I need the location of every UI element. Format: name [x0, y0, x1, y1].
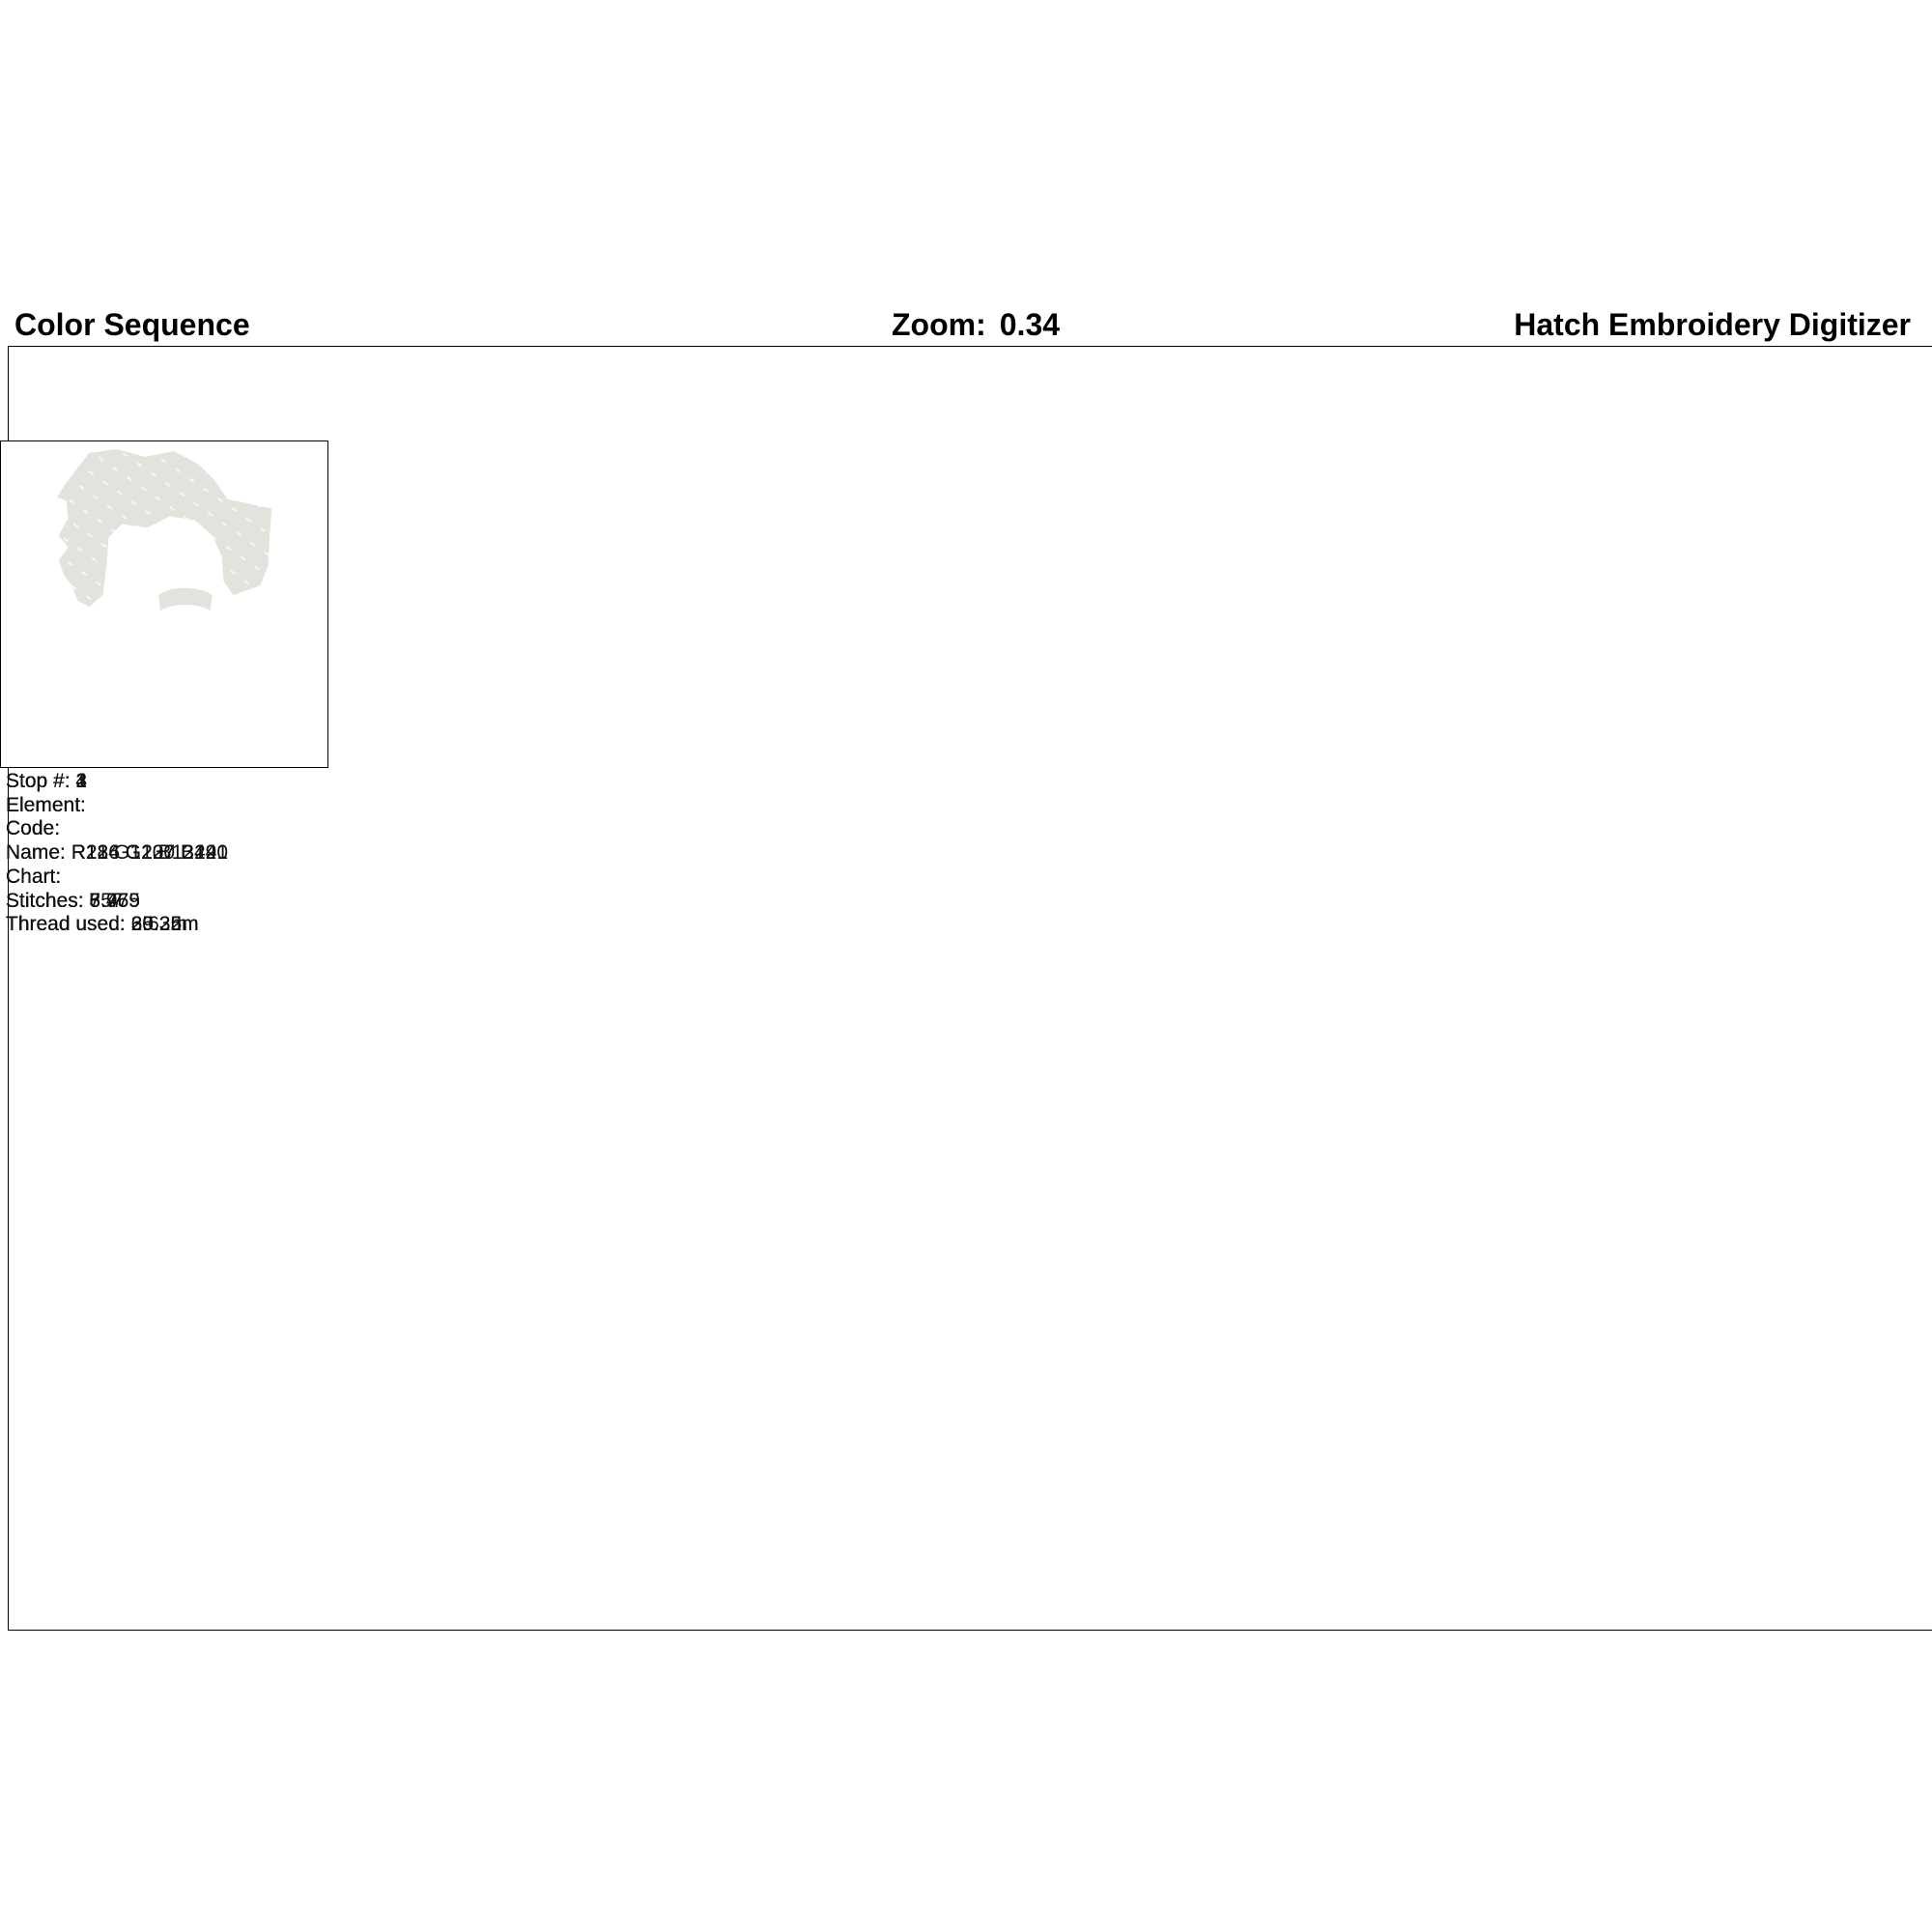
zoom-label: Zoom: [892, 307, 986, 342]
stop-preview-4 [0, 440, 328, 768]
software-name: Hatch Embroidery Digitizer [1514, 307, 1911, 342]
stop-stitches: 6.475 [89, 889, 140, 912]
zoom-indicator: Zoom: 0.34 [892, 305, 1060, 344]
zoom-value: 0.34 [999, 307, 1061, 342]
page-title: Color Sequence [14, 307, 250, 342]
stop-color-name: R226 G227 B220 [71, 841, 228, 865]
stop-card-4: Stop #: 4 Element: Code: Name: R226 G227… [0, 440, 328, 937]
hair-icon [56, 448, 272, 611]
stop-number: 4 [75, 770, 88, 792]
stop-info-4: Stop #: 4 Element: Code: Name: R226 G227… [6, 770, 228, 936]
stop-thread: 39.25m [130, 913, 199, 936]
